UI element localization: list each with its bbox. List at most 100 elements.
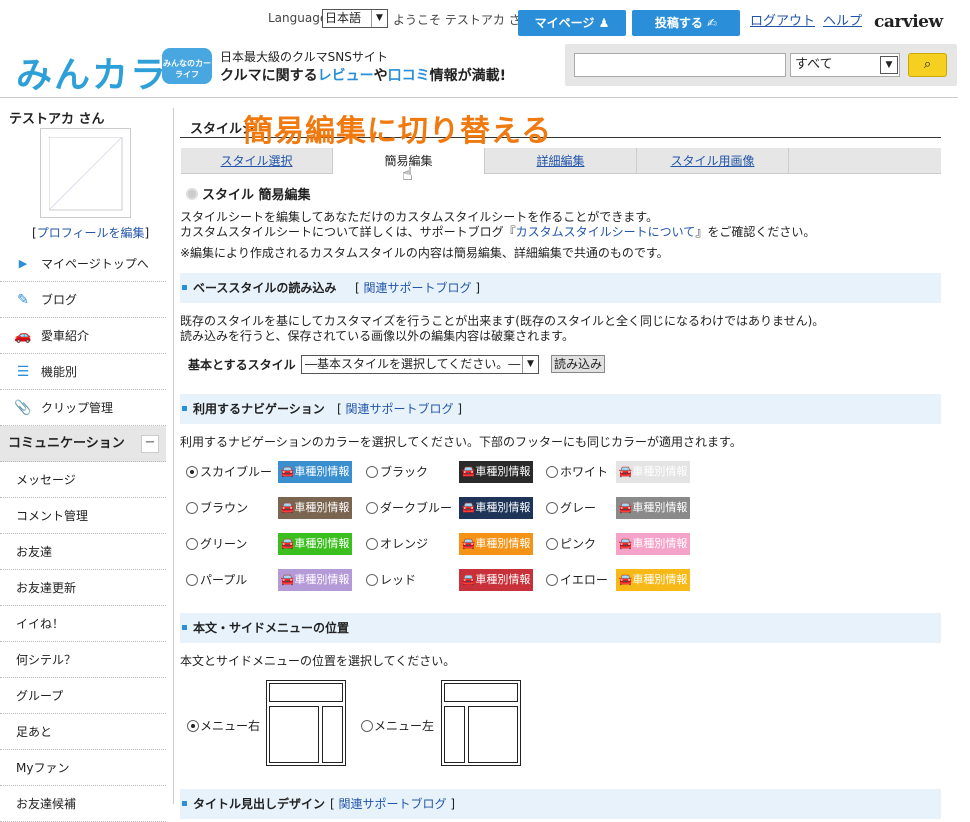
sidebar-item-myfans[interactable]: Myファン bbox=[0, 750, 166, 786]
nav-color-swatch[interactable]: 🚘車種別情報 bbox=[459, 461, 533, 483]
carview-logo[interactable]: carview bbox=[874, 12, 943, 32]
nav-color-swatch[interactable]: 🚘車種別情報 bbox=[616, 497, 690, 519]
load-button[interactable]: 読み込み bbox=[551, 355, 605, 373]
post-button[interactable]: 投稿する ✍ bbox=[632, 10, 740, 36]
sidebar-item-comments[interactable]: コメント管理 bbox=[0, 498, 166, 534]
search-scope-select[interactable]: すべて ▼ bbox=[790, 53, 900, 77]
nav-color-option[interactable]: ピンク bbox=[546, 533, 596, 555]
sidebar-item-features[interactable]: ☰ 機能別 bbox=[0, 354, 166, 390]
menu-left-diagram[interactable] bbox=[441, 680, 521, 766]
sidebar-item-car[interactable]: 🚗 愛車紹介 bbox=[0, 318, 166, 354]
radio-unselected[interactable] bbox=[366, 574, 378, 586]
custom-style-link[interactable]: カスタムスタイルシートについて bbox=[516, 225, 696, 239]
sidebar-item-clip[interactable]: 📎 クリップ管理 bbox=[0, 390, 166, 426]
nav-color-swatch[interactable]: 🚘車種別情報 bbox=[459, 533, 533, 555]
tab-style-images[interactable]: スタイル用画像 bbox=[637, 148, 789, 174]
sidebar-item-groups[interactable]: グループ bbox=[0, 678, 166, 714]
pointer-cursor-icon: ☝ bbox=[402, 164, 413, 185]
position-desc: 本文とサイドメニューの位置を選択してください。 bbox=[180, 654, 456, 668]
sidebar-item-friends[interactable]: お友達 bbox=[0, 534, 166, 570]
menu-right-option[interactable]: メニュー右 bbox=[187, 717, 260, 734]
sidebar-section-communication[interactable]: コミュニケーション − bbox=[0, 426, 166, 462]
radio-unselected[interactable] bbox=[186, 574, 198, 586]
nav-color-option[interactable]: グレー bbox=[546, 497, 596, 519]
tab-style-select[interactable]: スタイル選択 bbox=[181, 148, 333, 174]
nav-color-swatch[interactable]: 🚘車種別情報 bbox=[278, 461, 352, 483]
position-bar: 本文・サイドメニューの位置 bbox=[180, 613, 941, 643]
triangle-right-icon: ▶ bbox=[18, 257, 28, 270]
radio-selected[interactable] bbox=[187, 720, 199, 732]
radio-unselected[interactable] bbox=[546, 538, 558, 550]
nav-color-option[interactable]: ホワイト bbox=[546, 461, 608, 483]
help-link[interactable]: ヘルプ bbox=[823, 10, 862, 29]
menu-right-diagram[interactable] bbox=[266, 680, 346, 766]
base-desc-2: 読み込みを行うと、保存されている画像以外の編集内容は破棄されます。 bbox=[180, 329, 574, 343]
search-area: すべて ▼ ⌕ bbox=[565, 44, 957, 86]
nav-color-swatch[interactable]: 🚘車種別情報 bbox=[616, 461, 690, 483]
radio-unselected[interactable] bbox=[366, 466, 378, 478]
sidebar-divider bbox=[173, 108, 174, 804]
nav-color-option[interactable]: ブラック bbox=[366, 461, 428, 483]
nav-color-option[interactable]: イエロー bbox=[546, 569, 608, 591]
chevron-down-icon: ▼ bbox=[522, 356, 538, 373]
nav-support-link[interactable]: 関連サポートブログ bbox=[346, 402, 454, 416]
radio-unselected[interactable] bbox=[546, 574, 558, 586]
radio-unselected[interactable] bbox=[366, 502, 378, 514]
welcome-text: ようこそ テストアカ さん bbox=[393, 13, 533, 27]
intro-text-2: カスタムスタイルシートについて詳しくは、サポートブログ『カスタムスタイルシートに… bbox=[180, 225, 816, 239]
avatar[interactable] bbox=[40, 128, 131, 218]
sidebar-item-likes[interactable]: イイね！ bbox=[0, 606, 166, 642]
menu-left-option[interactable]: メニュー左 bbox=[361, 717, 434, 734]
car-icon: 🚗 bbox=[14, 328, 32, 344]
bullet-icon bbox=[182, 406, 187, 411]
radio-selected[interactable] bbox=[186, 466, 198, 478]
radio-unselected[interactable] bbox=[366, 538, 378, 550]
search-button[interactable]: ⌕ bbox=[908, 53, 947, 77]
logout-link[interactable]: ログアウト bbox=[750, 10, 815, 29]
nav-color-swatch[interactable]: 🚘車種別情報 bbox=[278, 533, 352, 555]
sidebar-item-footprints[interactable]: 足あと bbox=[0, 714, 166, 750]
sidebar-item-friend-candidates[interactable]: お友達候補 bbox=[0, 786, 166, 822]
base-support-link[interactable]: 関連サポートブログ bbox=[364, 281, 472, 295]
edit-profile-link[interactable]: [プロフィールを編集] bbox=[32, 224, 149, 241]
magnifier-icon: ⌕ bbox=[923, 57, 932, 72]
nav-color-option[interactable]: ダークブルー bbox=[366, 497, 452, 519]
nav-color-option[interactable]: パープル bbox=[186, 569, 247, 591]
chevron-down-icon: ▼ bbox=[371, 10, 387, 27]
radio-unselected[interactable] bbox=[186, 502, 198, 514]
mypage-button[interactable]: マイページ ♟ bbox=[518, 10, 626, 36]
nav-color-swatch[interactable]: 🚘車種別情報 bbox=[616, 533, 690, 555]
nav-color-option[interactable]: スカイブルー bbox=[186, 461, 272, 483]
minkara-logo[interactable]: みんカラ bbox=[16, 46, 168, 98]
radio-unselected[interactable] bbox=[546, 466, 558, 478]
base-style-bar: ベーススタイルの読み込み [ 関連サポートブログ ] bbox=[180, 273, 941, 303]
nav-color-swatch[interactable]: 🚘車種別情報 bbox=[459, 497, 533, 519]
nav-color-swatch[interactable]: 🚘車種別情報 bbox=[616, 569, 690, 591]
nav-color-option[interactable]: レッド bbox=[366, 569, 416, 591]
nav-color-option[interactable]: ブラウン bbox=[186, 497, 248, 519]
section-heading: スタイル 簡易編集 bbox=[186, 184, 311, 203]
nav-color-option[interactable]: オレンジ bbox=[366, 533, 428, 555]
nav-color-option[interactable]: グリーン bbox=[186, 533, 247, 555]
sidebar-item-message[interactable]: メッセージ bbox=[0, 462, 166, 498]
language-select[interactable]: 日本語 ▼ bbox=[322, 9, 388, 28]
nav-color-swatch[interactable]: 🚘車種別情報 bbox=[459, 569, 533, 591]
radio-unselected[interactable] bbox=[186, 538, 198, 550]
sidebar-item-blog[interactable]: ✎ ブログ bbox=[0, 282, 166, 318]
tab-detail-edit[interactable]: 詳細編集 bbox=[485, 148, 637, 174]
page-title-row: スタイルシ 簡易編集に切り替える bbox=[180, 110, 941, 149]
title-support-link[interactable]: 関連サポートブログ bbox=[339, 797, 447, 811]
nav-color-swatch[interactable]: 🚘車種別情報 bbox=[278, 497, 352, 519]
sidebar-item-mypage-top[interactable]: ▶ マイページトップへ bbox=[0, 246, 166, 282]
sidebar-item-friends-updates[interactable]: お友達更新 bbox=[0, 570, 166, 606]
radio-unselected[interactable] bbox=[546, 502, 558, 514]
search-input[interactable] bbox=[574, 53, 786, 77]
sidebar-item-doing[interactable]: 何シテル？ bbox=[0, 642, 166, 678]
tab-bar: スタイル選択 簡易編集 詳細編集 スタイル用画像 bbox=[181, 148, 941, 174]
base-style-select[interactable]: ―基本スタイルを選択してください。― ▼ bbox=[301, 355, 539, 374]
title-design-bar: タイトル見出しデザイン [ 関連サポートブログ ] bbox=[180, 789, 941, 819]
list-icon: ☰ bbox=[16, 364, 30, 380]
nav-color-swatch[interactable]: 🚘車種別情報 bbox=[278, 569, 352, 591]
radio-unselected[interactable] bbox=[361, 720, 373, 732]
collapse-icon[interactable]: − bbox=[141, 435, 159, 453]
